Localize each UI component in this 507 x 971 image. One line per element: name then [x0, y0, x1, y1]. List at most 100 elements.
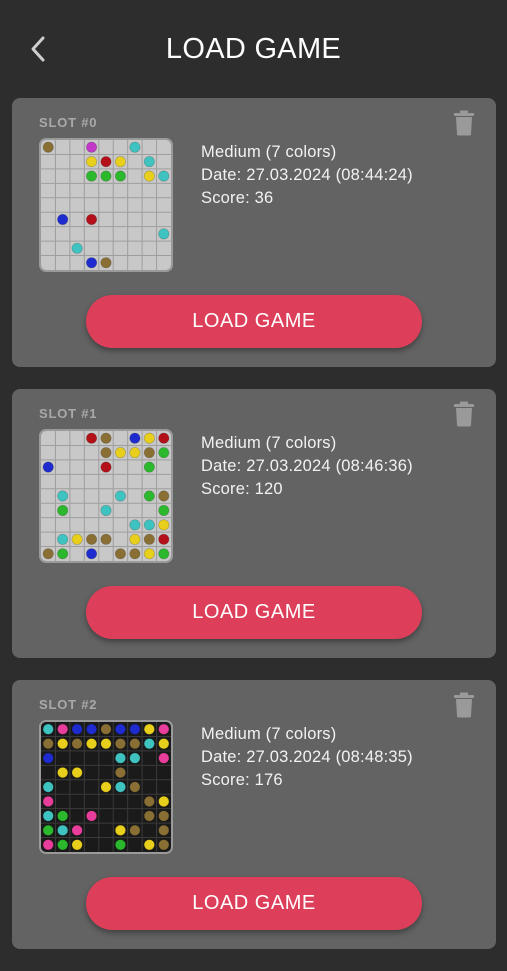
ball-piece — [71, 839, 83, 851]
ball-piece — [86, 738, 98, 750]
ball-piece — [158, 824, 170, 836]
ball-piece — [114, 781, 126, 793]
ball-piece — [114, 447, 126, 459]
save-slot-card: SLOT #0 Medium (7 colors) Date: 27.03.20… — [12, 98, 496, 367]
ball-piece — [42, 548, 54, 560]
board-grid — [41, 722, 171, 852]
ball-piece — [86, 257, 98, 269]
ball-piece — [158, 839, 170, 851]
ball-piece — [129, 752, 141, 764]
ball-piece — [158, 723, 170, 735]
ball-piece — [86, 548, 98, 560]
ball-piece — [129, 723, 141, 735]
ball-piece — [114, 170, 126, 182]
ball-piece — [42, 810, 54, 822]
difficulty-text: Medium (7 colors) — [201, 434, 337, 452]
difficulty-text: Medium (7 colors) — [201, 143, 337, 161]
ball-piece — [158, 170, 170, 182]
save-slot-card: SLOT #1 Medium (7 colors) Date: 27.03.20… — [12, 389, 496, 658]
ball-piece — [100, 447, 112, 459]
board-grid — [41, 431, 171, 561]
ball-piece — [143, 490, 155, 502]
ball-piece — [100, 170, 112, 182]
ball-piece — [158, 447, 170, 459]
ball-piece — [114, 767, 126, 779]
ball-piece — [57, 824, 69, 836]
trash-icon — [454, 692, 474, 718]
ball-piece — [86, 810, 98, 822]
ball-piece — [100, 723, 112, 735]
ball-piece — [42, 141, 54, 153]
ball-piece — [57, 490, 69, 502]
ball-piece — [100, 257, 112, 269]
ball-piece — [143, 723, 155, 735]
ball-piece — [158, 738, 170, 750]
load-game-button[interactable]: LOAD GAME — [86, 586, 422, 639]
delete-slot-button[interactable] — [453, 692, 475, 718]
ball-piece — [42, 461, 54, 473]
ball-piece — [143, 170, 155, 182]
ball-piece — [158, 533, 170, 545]
ball-piece — [86, 156, 98, 168]
ball-piece — [100, 781, 112, 793]
difficulty-text: Medium (7 colors) — [201, 725, 337, 743]
ball-piece — [143, 738, 155, 750]
ball-piece — [143, 810, 155, 822]
ball-piece — [114, 752, 126, 764]
date-text: Date: 27.03.2024 (08:46:36) — [201, 457, 413, 475]
ball-piece — [42, 839, 54, 851]
load-game-button[interactable]: LOAD GAME — [86, 877, 422, 930]
ball-piece — [57, 839, 69, 851]
ball-piece — [86, 213, 98, 225]
page-title: LOAD GAME — [165, 33, 342, 65]
ball-piece — [57, 723, 69, 735]
board-preview — [39, 429, 173, 563]
ball-piece — [100, 533, 112, 545]
save-slot-list: SLOT #0 Medium (7 colors) Date: 27.03.20… — [12, 98, 496, 971]
ball-piece — [71, 738, 83, 750]
load-game-button[interactable]: LOAD GAME — [86, 295, 422, 348]
ball-piece — [114, 548, 126, 560]
ball-piece — [143, 519, 155, 531]
ball-piece — [143, 533, 155, 545]
ball-piece — [158, 228, 170, 240]
ball-piece — [129, 533, 141, 545]
ball-piece — [100, 156, 112, 168]
ball-piece — [71, 767, 83, 779]
slot-label: SLOT #0 — [39, 115, 98, 130]
ball-piece — [143, 548, 155, 560]
ball-piece — [143, 432, 155, 444]
ball-piece — [143, 839, 155, 851]
ball-piece — [42, 752, 54, 764]
ball-piece — [129, 141, 141, 153]
slot-label: SLOT #2 — [39, 697, 98, 712]
ball-piece — [42, 781, 54, 793]
ball-piece — [86, 141, 98, 153]
ball-piece — [86, 533, 98, 545]
ball-piece — [129, 548, 141, 560]
ball-piece — [71, 824, 83, 836]
ball-piece — [57, 810, 69, 822]
ball-piece — [57, 738, 69, 750]
ball-piece — [57, 213, 69, 225]
ball-piece — [114, 156, 126, 168]
ball-piece — [100, 461, 112, 473]
ball-piece — [71, 723, 83, 735]
ball-piece — [100, 504, 112, 516]
score-text: Score: 36 — [201, 189, 274, 207]
ball-piece — [100, 738, 112, 750]
delete-slot-button[interactable] — [453, 110, 475, 136]
delete-slot-button[interactable] — [453, 401, 475, 427]
save-slot-card: SLOT #2 Medium (7 colors) Date: 27.03.20… — [12, 680, 496, 949]
slot-info: Medium (7 colors) Date: 27.03.2024 (08:4… — [201, 432, 413, 501]
ball-piece — [71, 242, 83, 254]
ball-piece — [86, 432, 98, 444]
ball-piece — [57, 533, 69, 545]
ball-piece — [42, 824, 54, 836]
ball-piece — [86, 723, 98, 735]
ball-piece — [129, 781, 141, 793]
trash-icon — [454, 401, 474, 427]
date-text: Date: 27.03.2024 (08:48:35) — [201, 748, 413, 766]
ball-piece — [114, 738, 126, 750]
ball-piece — [129, 447, 141, 459]
